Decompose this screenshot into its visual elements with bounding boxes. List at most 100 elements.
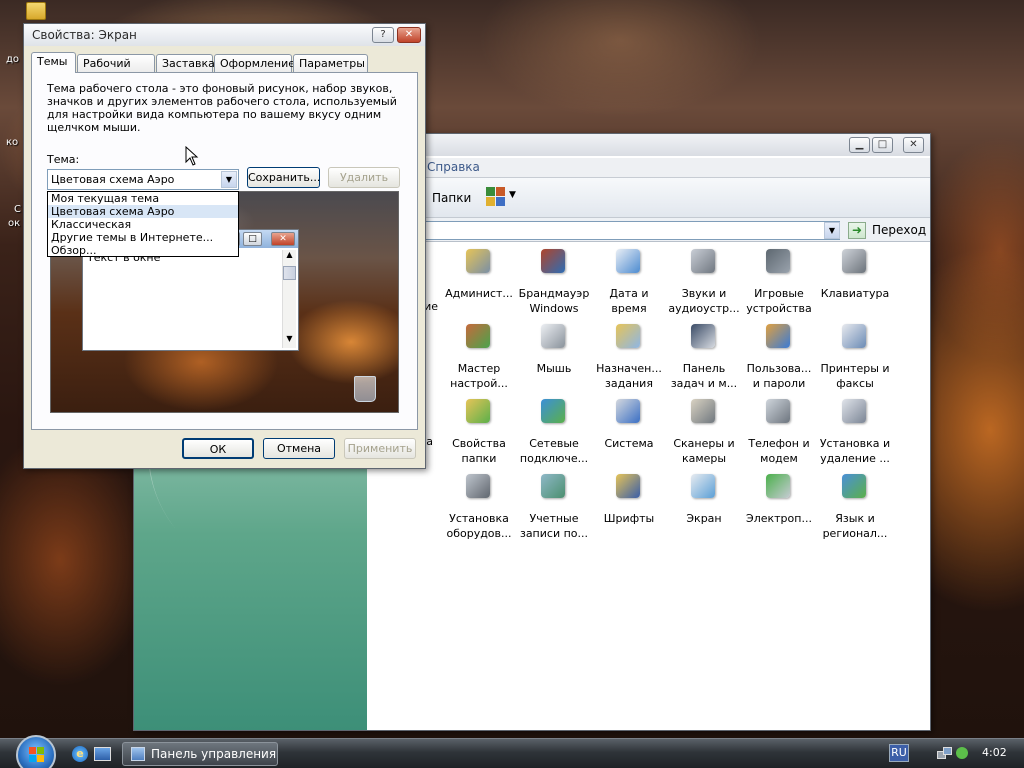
theme-option[interactable]: Классическая [48,218,238,231]
close-button[interactable]: ✕ [397,27,421,43]
language-indicator[interactable]: RU [889,744,909,762]
cp-item[interactable]: Электроп... [742,471,816,526]
theme-dropdown-list: Моя текущая тема Цветовая схема Аэро Кла… [47,191,239,257]
cp-item[interactable]: Язык и регионал... [818,471,892,541]
taskbar-button-control-panel[interactable]: Панель управления [122,742,278,766]
desktop-icon-label[interactable]: С [14,204,21,215]
go-button[interactable]: Переход [872,223,926,237]
desktop-folder-icon[interactable] [26,2,46,20]
cp-item[interactable]: Система [592,396,666,451]
close-button[interactable]: ✕ [903,137,924,153]
views-icon[interactable] [486,187,506,207]
control-panel-icon [131,747,145,761]
cp-item-label: Панель задач и м... [670,362,738,390]
start-button[interactable] [16,735,56,768]
minimize-button[interactable]: ▁ [849,137,870,153]
tab-settings[interactable]: Параметры [293,54,368,72]
save-button[interactable]: Сохранить... [247,167,320,188]
cp-item[interactable]: Шрифты [592,471,666,526]
tab-appearance[interactable]: Оформление [214,54,295,72]
cp-item[interactable]: Сканеры и камеры [667,396,741,466]
scheduled-tasks-icon [612,321,646,355]
cp-item-label: Мышь [536,362,572,375]
cp-item[interactable]: Звуки и аудиоустр... [667,246,741,316]
clock[interactable]: 4:02 [982,746,1007,759]
dialog-titlebar[interactable]: Свойства: Экран ? ✕ [24,24,425,46]
tab-desktop[interactable]: Рабочий стол [77,54,155,87]
power-icon [762,471,796,505]
firewall-icon [537,246,571,280]
theme-option[interactable]: Обзор... [48,244,238,257]
internet-explorer-icon[interactable]: e [72,746,88,762]
cp-item-label: Установка и удаление ... [819,437,891,465]
cp-item[interactable]: Установка оборудов... [442,471,516,541]
cp-item-label: Язык и регионал... [822,512,888,540]
theme-option-selected[interactable]: Цветовая схема Аэро [48,205,238,218]
theme-option[interactable]: Моя текущая тема [48,192,238,205]
cp-item[interactable]: Пользова... и пароли [742,321,816,391]
maximize-button[interactable]: □ [872,137,893,153]
cp-item[interactable]: Админист... [442,246,516,301]
cp-item[interactable]: Назначен... задания [592,321,666,391]
tab-screensaver[interactable]: Заставка [156,54,215,72]
ok-button[interactable]: ОК [182,438,254,459]
cp-item-label: Электроп... [746,512,812,525]
network-icon [537,396,571,430]
show-desktop-icon[interactable] [94,747,111,761]
cp-item-label: Свойства папки [452,437,506,465]
system-icon [612,396,646,430]
cp-item[interactable]: Мастер настрой... [442,321,516,391]
chevron-down-icon[interactable]: ▼ [221,171,237,188]
menu-help[interactable]: Справка [427,160,480,174]
cp-item[interactable]: Телефон и модем [742,396,816,466]
add-remove-icon [838,396,872,430]
desktop-icon-label[interactable]: ко [6,137,18,148]
cp-item[interactable]: Экран [667,471,741,526]
cp-item[interactable]: Сетевые подключе... [517,396,591,466]
cp-item-label: Клавиатура [820,287,890,300]
cp-item[interactable]: Игровые устройства [742,246,816,316]
cp-item[interactable]: Мышь [517,321,591,376]
display-properties-dialog: Свойства: Экран ? ✕ Темы Рабочий стол За… [23,23,426,469]
fonts-icon [612,471,646,505]
user-accounts-icon [537,471,571,505]
cp-item-label: Учетные записи по... [519,512,589,540]
scanner-icon [687,396,721,430]
cp-item-label: Телефон и модем [748,437,810,465]
desktop-icon-label[interactable]: ок [8,218,20,229]
cp-item-label: Мастер настрой... [450,362,508,390]
preview-close-icon: ✕ [271,232,295,246]
cp-item-label: Назначен... задания [596,362,662,390]
theme-select[interactable]: Цветовая схема Аэро ▼ [47,169,239,190]
cp-item-label: Звуки и аудиоустр... [668,287,740,315]
go-arrow-icon[interactable]: ➜ [848,222,866,239]
keyboard-icon [838,246,872,280]
add-hardware-icon [462,471,496,505]
theme-label: Тема: [47,153,80,166]
cp-item[interactable]: Учетные записи по... [517,471,591,541]
task-label: Панель управления [151,747,277,761]
desktop-icon-label[interactable]: до [6,54,19,65]
theme-description: Тема рабочего стола - это фоновый рисуно… [47,82,397,134]
cp-item[interactable]: Принтеры и факсы [818,321,892,391]
recycle-bin-icon [354,376,376,402]
security-tray-icon[interactable] [956,747,968,759]
folders-button[interactable]: Папки [432,191,471,205]
views-dropdown-icon[interactable]: ▼ [509,190,516,200]
address-dropdown-icon[interactable]: ▼ [824,222,840,239]
cp-item[interactable]: Установка и удаление ... [818,396,892,466]
cp-item[interactable]: Дата и время [592,246,666,316]
tab-themes[interactable]: Темы [31,52,76,73]
cp-item[interactable]: Брандмауэр Windows [517,246,591,316]
theme-option[interactable]: Другие темы в Интернете... [48,231,238,244]
cp-item[interactable]: Свойства папки [442,396,516,466]
help-button[interactable]: ? [372,27,394,43]
cp-item-label: Сетевые подключе... [519,437,589,465]
cp-item-label: Установка оборудов... [446,512,512,540]
cp-item[interactable]: Клавиатура [818,246,892,301]
preview-maximize-icon: □ [243,232,262,246]
cp-item-label: Пользова... и пароли [746,362,812,390]
cancel-button[interactable]: Отмена [263,438,335,459]
cp-item[interactable]: Панель задач и м... [667,321,741,391]
network-tray-icon[interactable] [937,747,953,761]
